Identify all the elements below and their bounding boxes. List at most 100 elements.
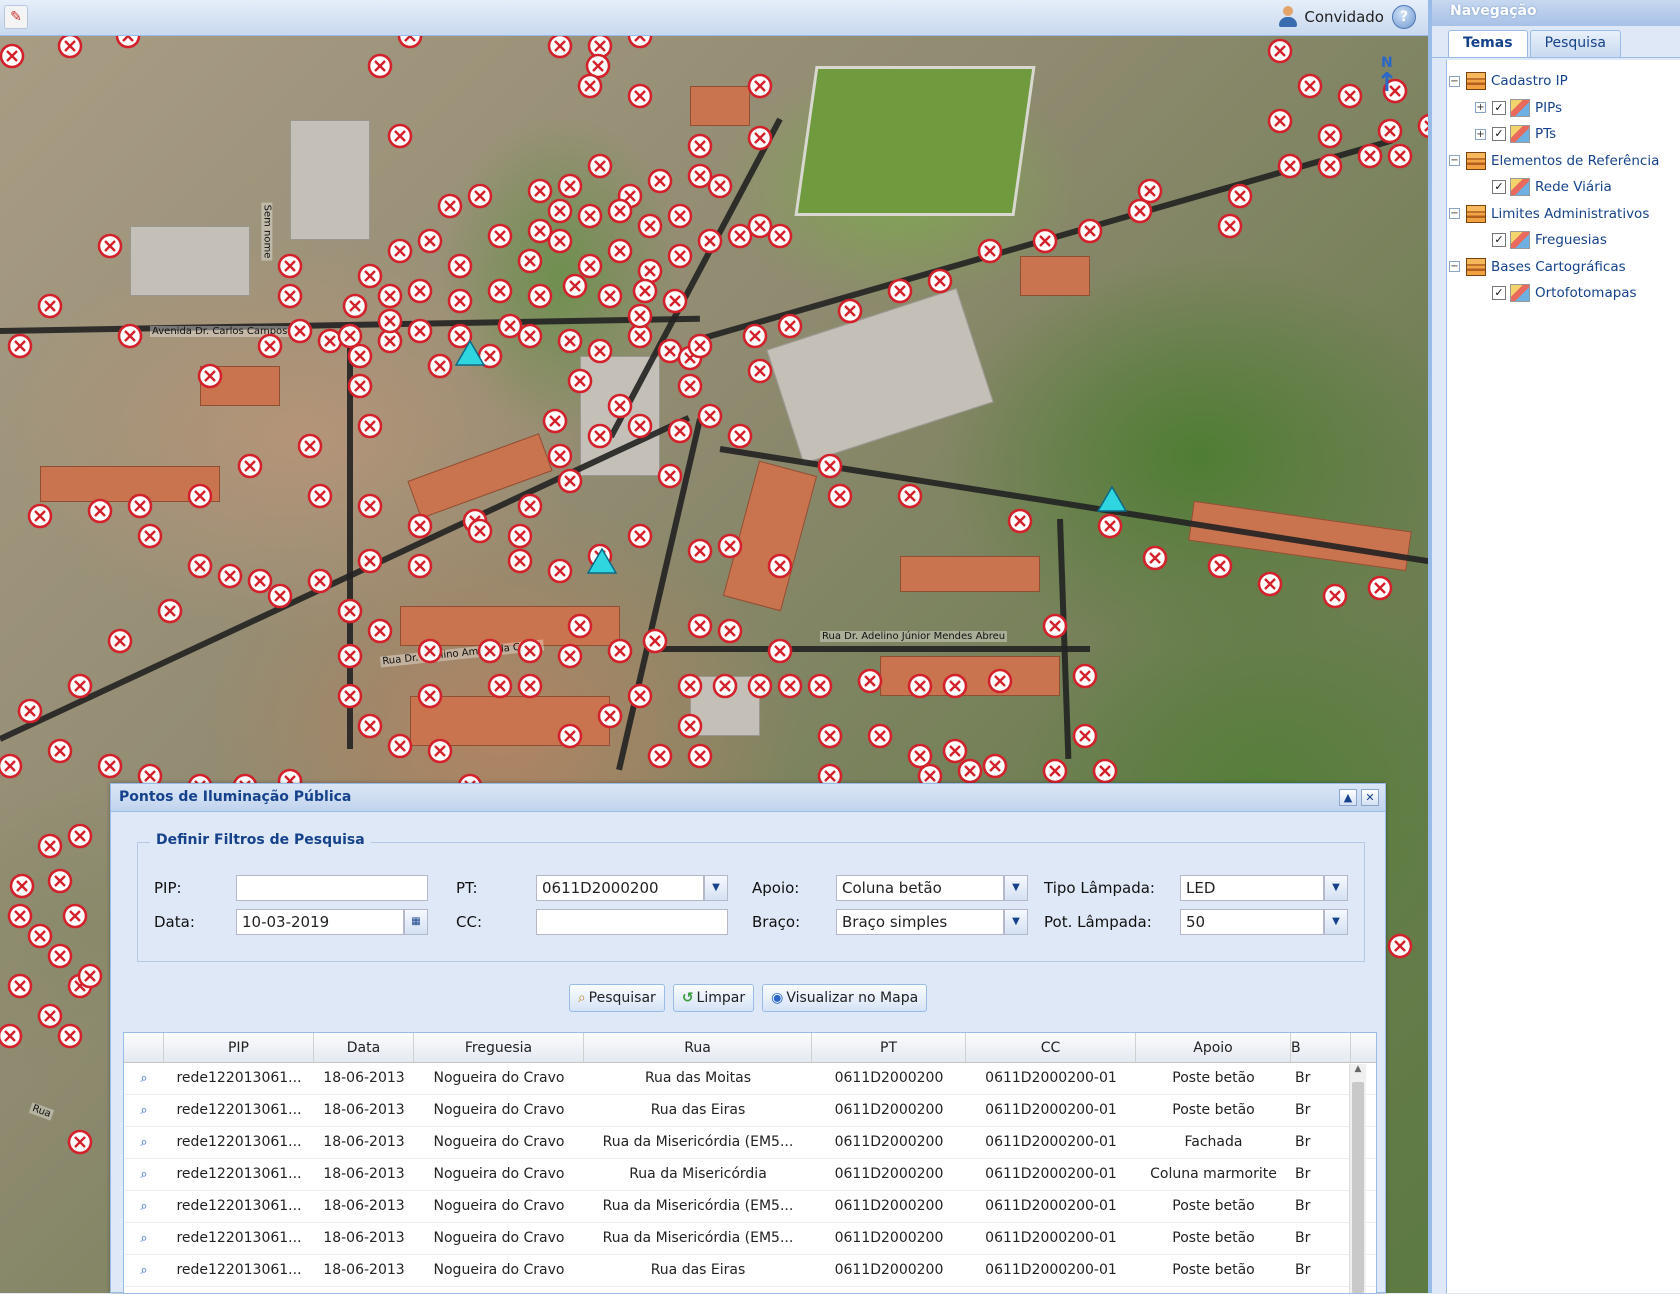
lighting-point-icon[interactable] <box>1417 113 1428 139</box>
tree-item[interactable]: + ✓ PIPs <box>1447 95 1680 122</box>
scroll-thumb[interactable] <box>1352 1082 1364 1293</box>
table-row[interactable]: ⌕ rede122013061... 18-06-2013 Nogueira do C… <box>124 1191 1376 1223</box>
lighting-point-icon[interactable] <box>477 638 503 664</box>
lighting-point-icon[interactable] <box>687 133 713 159</box>
lighting-point-icon[interactable] <box>747 213 773 239</box>
lighting-point-icon[interactable] <box>9 873 35 899</box>
lighting-point-icon[interactable] <box>1137 178 1163 204</box>
chevron-down-icon[interactable]: ▼ <box>1324 909 1348 935</box>
show-on-map-button[interactable]: ◉ Visualizar no Mapa <box>762 984 928 1012</box>
lighting-point-icon[interactable] <box>557 328 583 354</box>
lighting-point-icon[interactable] <box>727 423 753 449</box>
zoom-to-point-icon[interactable]: ⌕ <box>124 1223 164 1254</box>
table-row[interactable]: ⌕ rede122013061... 18-06-2013 Nogueira do C… <box>124 1223 1376 1255</box>
lighting-point-icon[interactable] <box>687 743 713 769</box>
lighting-point-icon[interactable] <box>517 638 543 664</box>
lighting-point-icon[interactable] <box>627 36 653 49</box>
lighting-point-icon[interactable] <box>687 163 713 189</box>
lighting-point-icon[interactable] <box>807 673 833 699</box>
clear-button[interactable]: ↺ Limpar <box>672 984 755 1012</box>
lighting-point-icon[interactable] <box>717 618 743 644</box>
lighting-point-icon[interactable] <box>62 903 88 929</box>
lighting-point-icon[interactable] <box>357 548 383 574</box>
close-icon[interactable]: ✕ <box>1361 789 1379 806</box>
lighting-point-icon[interactable] <box>527 283 553 309</box>
lighting-point-icon[interactable] <box>1042 613 1068 639</box>
transformer-station-icon[interactable] <box>1096 485 1128 512</box>
lighting-point-icon[interactable] <box>217 563 243 589</box>
help-icon[interactable]: ? <box>1392 5 1416 29</box>
lighting-point-icon[interactable] <box>1097 513 1123 539</box>
column-header[interactable] <box>124 1033 164 1062</box>
lighting-point-icon[interactable] <box>607 198 633 224</box>
lighting-point-icon[interactable] <box>667 203 693 229</box>
lighting-point-icon[interactable] <box>627 413 653 439</box>
lighting-point-icon[interactable] <box>867 723 893 749</box>
column-header[interactable]: PIP <box>164 1033 314 1062</box>
lighting-point-icon[interactable] <box>507 548 533 574</box>
lighting-point-icon[interactable] <box>297 433 323 459</box>
lighting-point-icon[interactable] <box>677 673 703 699</box>
lighting-point-icon[interactable] <box>767 553 793 579</box>
lighting-point-icon[interactable] <box>817 723 843 749</box>
lighting-point-icon[interactable] <box>377 283 403 309</box>
lighting-point-icon[interactable] <box>47 868 73 894</box>
lighting-point-icon[interactable] <box>1227 183 1253 209</box>
calendar-icon[interactable]: ▦ <box>404 909 428 935</box>
tab-temas[interactable]: Temas <box>1448 30 1528 57</box>
lighting-point-icon[interactable] <box>1387 143 1413 169</box>
lighting-point-icon[interactable] <box>37 1003 63 1029</box>
pt-select[interactable]: 0611D2000200 <box>536 875 704 901</box>
table-row[interactable]: ⌕ rede122013061... 18-06-2013 Nogueira do C… <box>124 1255 1376 1287</box>
collapse-toggle-icon[interactable]: − <box>1449 208 1460 220</box>
lighting-point-icon[interactable] <box>97 753 123 779</box>
lighting-point-icon[interactable] <box>577 203 603 229</box>
lighting-point-icon[interactable] <box>627 83 653 109</box>
lighting-point-icon[interactable] <box>587 36 613 59</box>
lighting-point-icon[interactable] <box>0 1023 23 1049</box>
lighting-point-icon[interactable] <box>1032 228 1058 254</box>
table-row[interactable]: ⌕ rede122013061... 18-06-2013 Nogueira do C… <box>124 1095 1376 1127</box>
lighting-point-icon[interactable] <box>557 643 583 669</box>
lighting-point-icon[interactable] <box>697 228 723 254</box>
lighting-point-icon[interactable] <box>1367 575 1393 601</box>
lighting-point-icon[interactable] <box>115 36 141 49</box>
lighting-point-icon[interactable] <box>777 313 803 339</box>
lighting-point-icon[interactable] <box>687 613 713 639</box>
lighting-point-icon[interactable] <box>0 753 23 779</box>
lighting-point-icon[interactable] <box>107 628 133 654</box>
lighting-point-icon[interactable] <box>517 673 543 699</box>
lighting-point-icon[interactable] <box>1387 933 1413 959</box>
column-header[interactable]: CC <box>966 1033 1136 1062</box>
lighting-point-icon[interactable] <box>507 523 533 549</box>
tree-item[interactable]: − Bases Cartográficas <box>1447 254 1680 281</box>
lighting-point-icon[interactable] <box>527 178 553 204</box>
lighting-point-icon[interactable] <box>1042 758 1068 784</box>
lighting-point-icon[interactable] <box>1322 583 1348 609</box>
lighting-point-icon[interactable] <box>747 73 773 99</box>
lighting-point-icon[interactable] <box>982 753 1008 779</box>
lighting-point-icon[interactable] <box>117 323 143 349</box>
lighting-point-icon[interactable] <box>817 453 843 479</box>
lighting-point-icon[interactable] <box>1207 553 1233 579</box>
lighting-point-icon[interactable] <box>607 638 633 664</box>
column-header[interactable]: PT <box>812 1033 966 1062</box>
tab-pesquisa[interactable]: Pesquisa <box>1529 30 1621 57</box>
expand-toggle-icon[interactable]: + <box>1475 128 1486 140</box>
lighting-point-icon[interactable] <box>707 173 733 199</box>
lighting-point-icon[interactable] <box>587 338 613 364</box>
lighting-point-icon[interactable] <box>547 198 573 224</box>
lighting-point-icon[interactable] <box>1007 508 1033 534</box>
tipo-lampada-select[interactable]: LED <box>1180 875 1324 901</box>
lighting-point-icon[interactable] <box>307 483 333 509</box>
lighting-point-icon[interactable] <box>417 683 443 709</box>
lighting-point-icon[interactable] <box>1377 118 1403 144</box>
lighting-point-icon[interactable] <box>447 253 473 279</box>
lighting-point-icon[interactable] <box>627 523 653 549</box>
tree-item[interactable]: − Limites Administrativos <box>1447 201 1680 228</box>
lighting-point-icon[interactable] <box>277 283 303 309</box>
lighting-point-icon[interactable] <box>942 738 968 764</box>
column-header[interactable]: Freguesia <box>414 1033 584 1062</box>
lighting-point-icon[interactable] <box>67 823 93 849</box>
lighting-point-icon[interactable] <box>277 253 303 279</box>
